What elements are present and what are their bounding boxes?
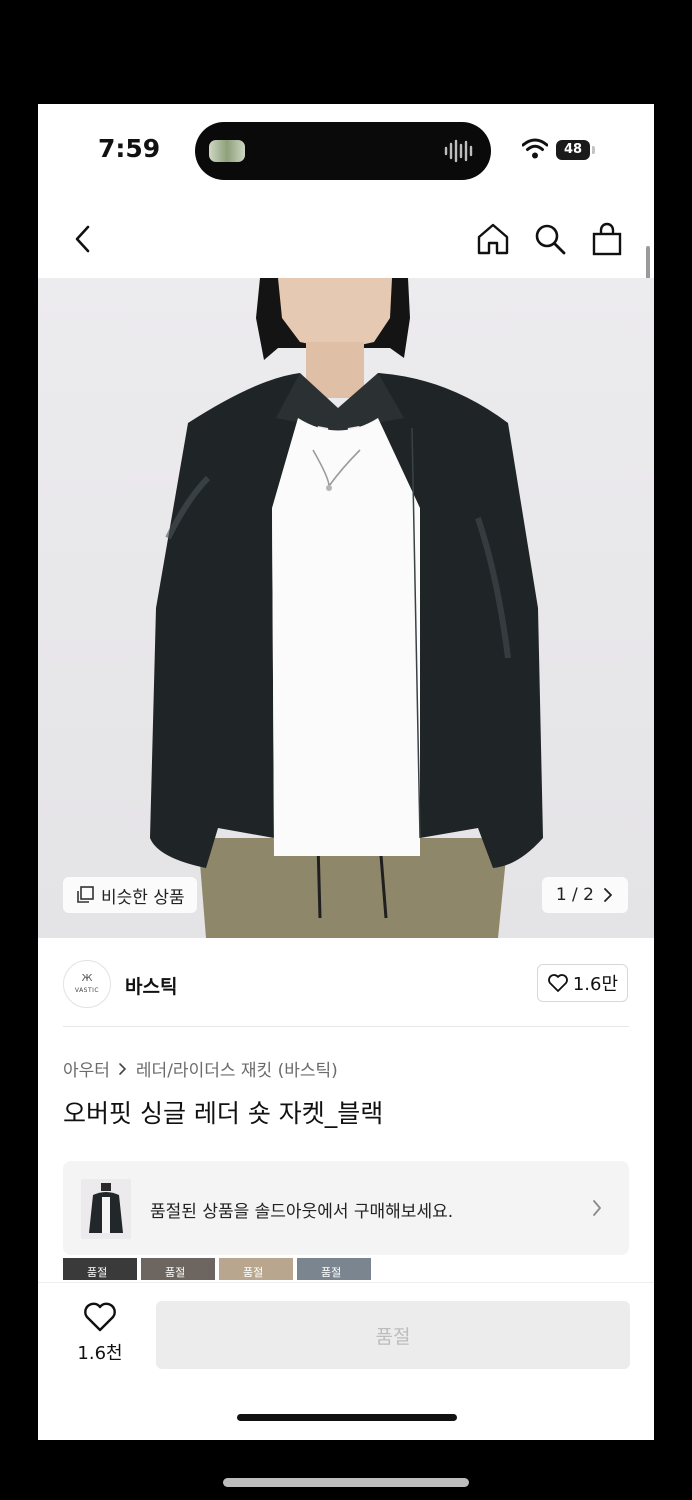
back-button[interactable] bbox=[62, 218, 104, 260]
related-thumbnail[interactable]: 품절 bbox=[297, 1258, 371, 1280]
brand-row: Ж VASTIC 바스틱 1.6만 bbox=[38, 940, 654, 1028]
thumbnail-label: 품절 bbox=[165, 1266, 186, 1279]
similar-products-label: 비슷한 상품 bbox=[101, 887, 185, 908]
soldout-banner-text: 품절된 상품을 솔드아웃에서 구매해보세요. bbox=[150, 1202, 454, 1222]
breadcrumb: 아우터 레더/라이더스 재킷 (바스틱) bbox=[63, 1056, 338, 1081]
image-page-indicator[interactable]: 1 / 2 bbox=[541, 877, 628, 913]
chevron-right-icon bbox=[119, 1062, 127, 1075]
similar-products-button[interactable]: 비슷한 상품 bbox=[63, 877, 197, 913]
brand-logo[interactable]: Ж VASTIC bbox=[63, 960, 111, 1008]
battery-indicator: 48 bbox=[556, 140, 590, 160]
thumbnail-label: 품절 bbox=[87, 1266, 108, 1279]
dynamic-island bbox=[195, 122, 491, 180]
outer-home-indicator bbox=[223, 1478, 469, 1487]
shopping-bag-icon bbox=[592, 222, 622, 256]
related-thumbnail[interactable]: 품절 bbox=[219, 1258, 293, 1280]
top-nav bbox=[38, 204, 654, 274]
brand-like-count: 1.6만 bbox=[572, 974, 618, 995]
phone-screen: 7:59 48 비슷한 상품 1 / 2 Ж VASTIC 바스틱 1.6만 아… bbox=[38, 104, 654, 1440]
buy-button[interactable]: 품절 bbox=[156, 1301, 630, 1369]
related-thumbnail[interactable]: 품절 bbox=[141, 1258, 215, 1280]
now-playing-artwork bbox=[209, 140, 245, 162]
chevron-right-icon bbox=[604, 888, 612, 902]
heart-icon bbox=[547, 974, 568, 992]
home-button[interactable] bbox=[472, 218, 514, 260]
cart-button[interactable] bbox=[586, 218, 628, 260]
brand-like-button[interactable]: 1.6만 bbox=[536, 964, 628, 1002]
search-icon bbox=[535, 224, 566, 255]
copy-icon bbox=[77, 886, 94, 903]
product-image[interactable]: 비슷한 상품 1 / 2 bbox=[38, 278, 654, 938]
chevron-left-icon bbox=[75, 225, 90, 253]
chevron-right-icon bbox=[593, 1200, 601, 1216]
soldout-banner[interactable]: 품절된 상품을 솔드아웃에서 구매해보세요. bbox=[63, 1161, 629, 1255]
wifi-icon bbox=[522, 138, 548, 159]
wishlist-count: 1.6천 bbox=[77, 1343, 123, 1364]
search-button[interactable] bbox=[529, 218, 571, 260]
related-thumbnails: 품절 품절 품절 품절 bbox=[63, 1258, 379, 1280]
related-thumbnail[interactable]: 품절 bbox=[63, 1258, 137, 1280]
thumbnail-label: 품절 bbox=[243, 1266, 264, 1279]
heart-icon bbox=[84, 1302, 116, 1332]
divider bbox=[63, 1026, 629, 1027]
product-title: 오버핏 싱글 레더 숏 자켓_블랙 bbox=[63, 1099, 384, 1128]
status-time: 7:59 bbox=[98, 134, 161, 163]
home-icon bbox=[477, 223, 509, 255]
brand-logo-text: VASTIC bbox=[74, 987, 100, 994]
soldout-thumbnail bbox=[81, 1179, 131, 1239]
battery-cap bbox=[592, 146, 595, 154]
page-indicator-label: 1 / 2 bbox=[555, 885, 594, 905]
status-bar: 7:59 48 bbox=[38, 104, 654, 196]
brand-name[interactable]: 바스틱 bbox=[125, 972, 177, 999]
thumbnail-label: 품절 bbox=[321, 1266, 342, 1279]
breadcrumb-subcategory[interactable]: 레더/라이더스 재킷 (바스틱) bbox=[136, 1056, 338, 1081]
breadcrumb-category[interactable]: 아우터 bbox=[63, 1056, 110, 1081]
home-indicator[interactable] bbox=[237, 1414, 457, 1421]
product-photo bbox=[150, 278, 543, 938]
audio-waveform-icon bbox=[444, 139, 473, 163]
brand-logo-mark: Ж bbox=[81, 973, 93, 984]
wishlist-button[interactable]: 1.6천 bbox=[68, 1301, 132, 1371]
